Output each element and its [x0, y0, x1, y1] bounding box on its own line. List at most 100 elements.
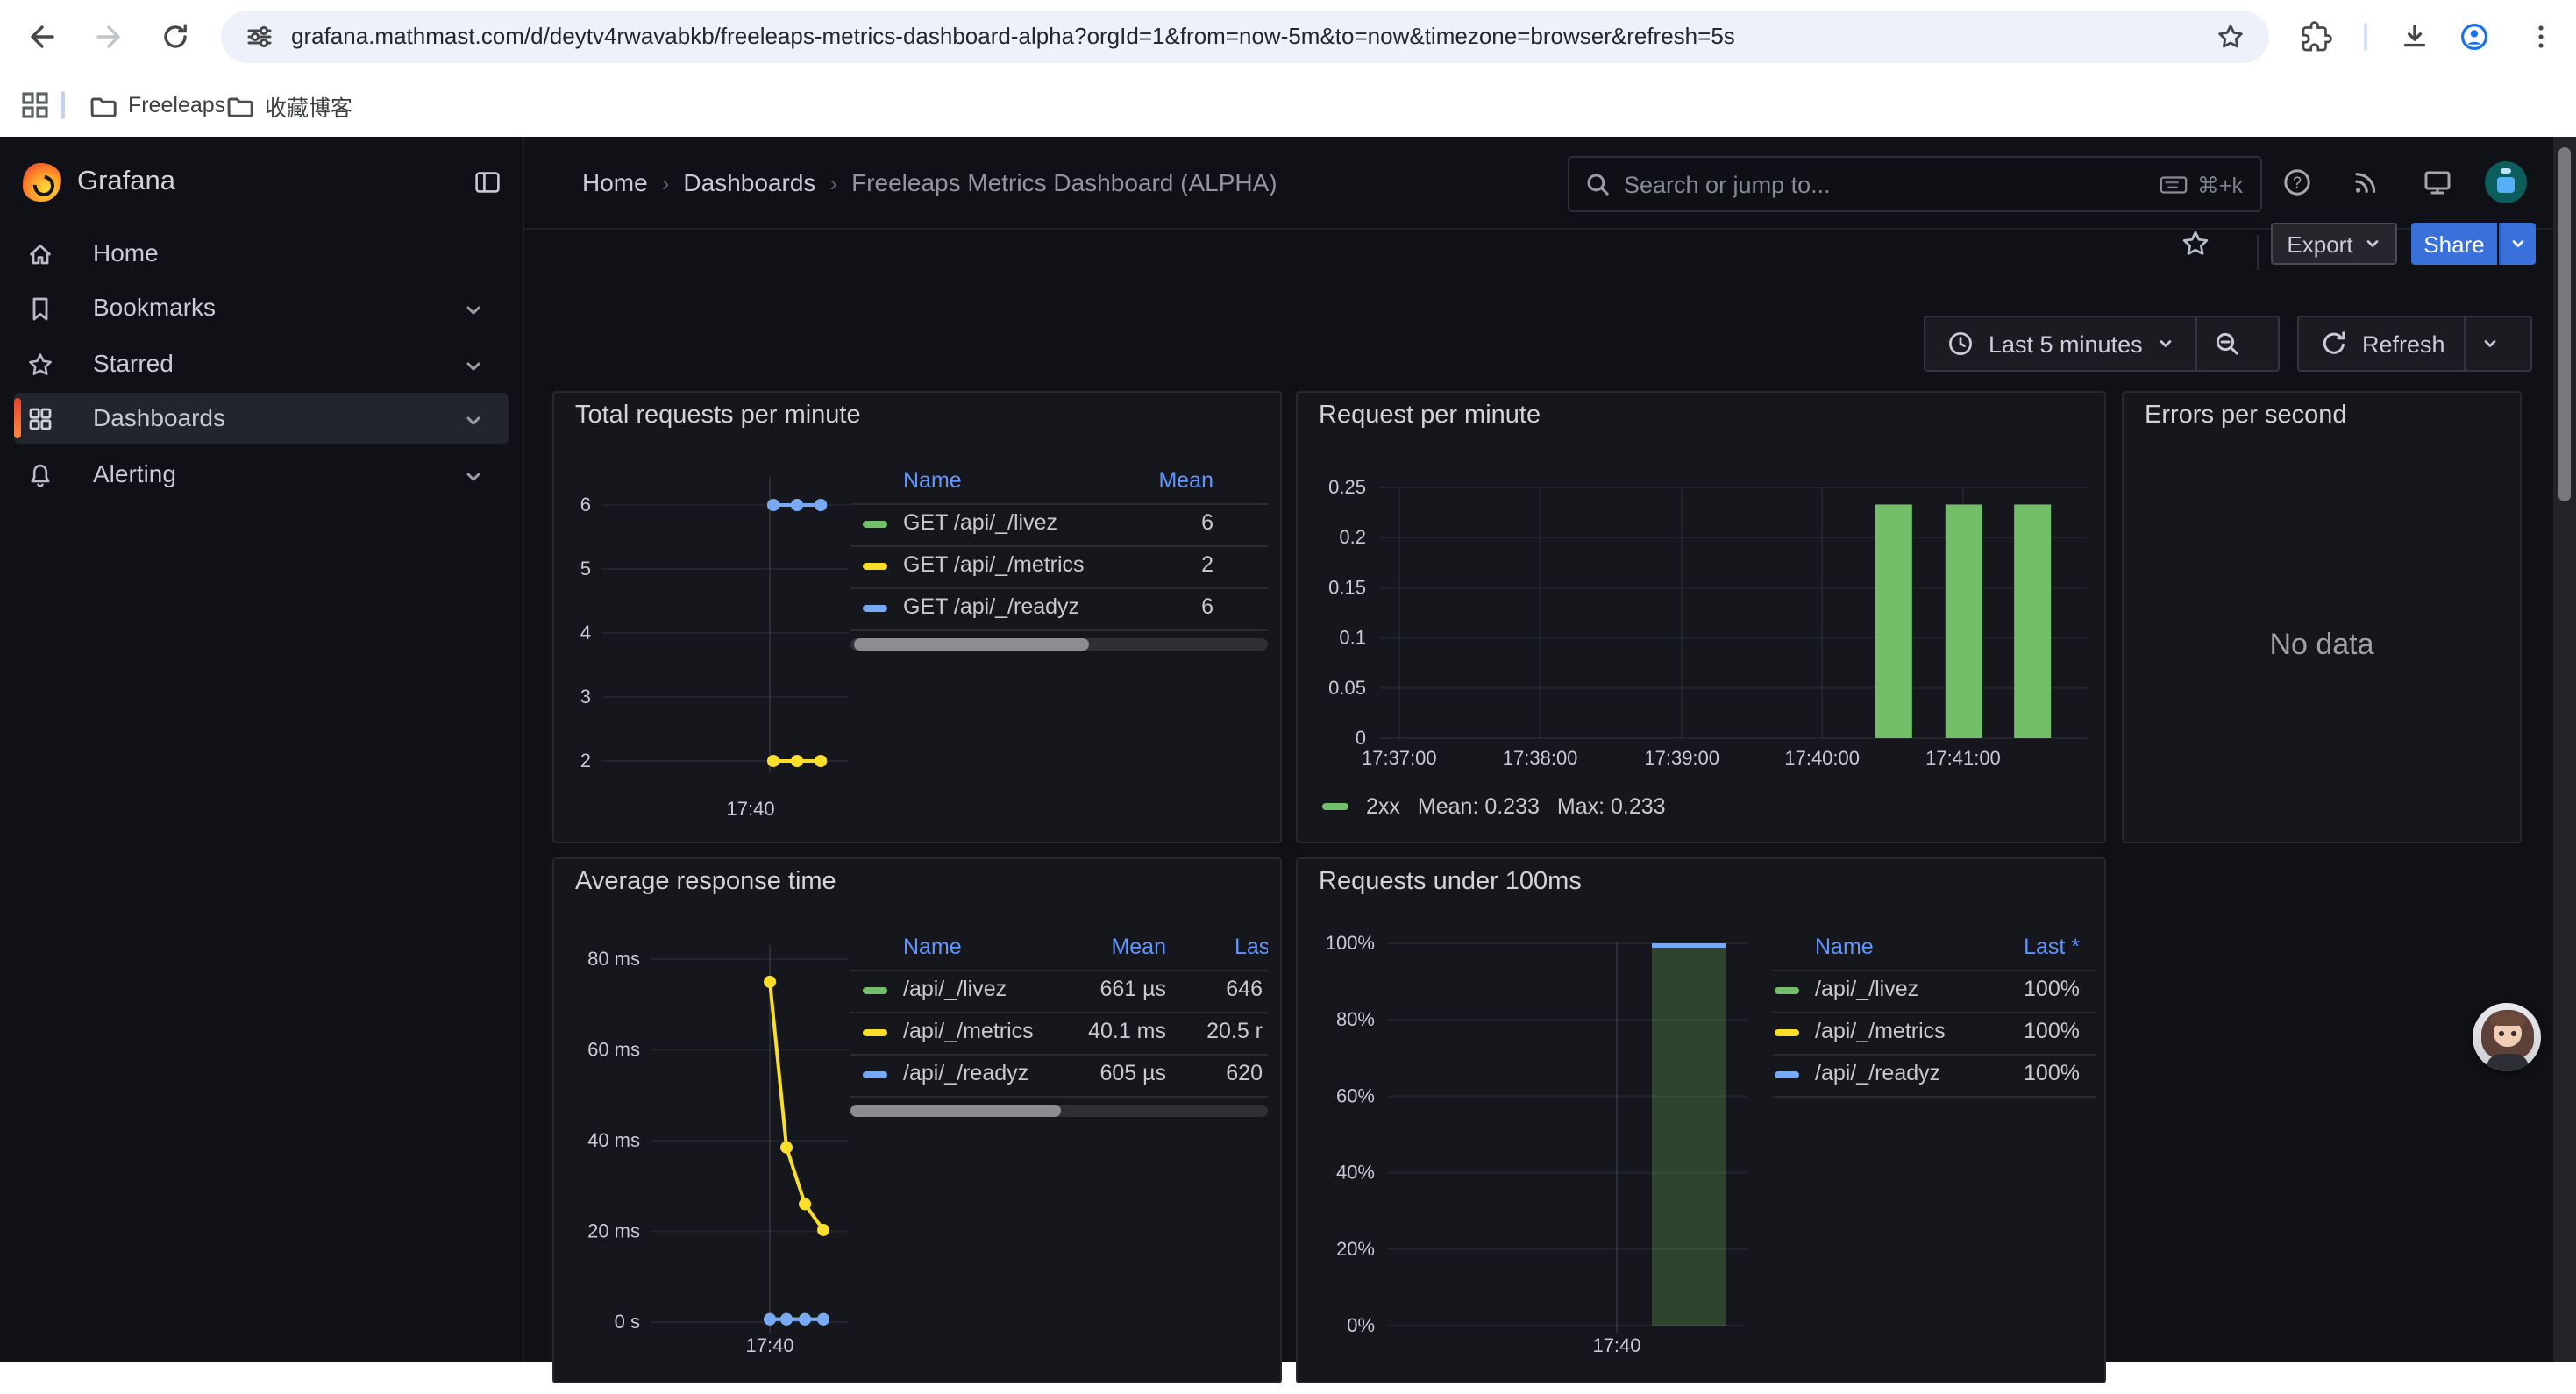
reload-icon[interactable]	[160, 21, 191, 53]
chevron-down-icon[interactable]	[463, 353, 484, 374]
svg-text:0: 0	[1356, 727, 1366, 749]
forward-icon[interactable]	[93, 21, 125, 53]
request-per-minute-legend: 2xxMean: 0.233Max: 0.233	[1322, 793, 1666, 821]
share-button[interactable]: Share	[2411, 223, 2497, 265]
sidebar-item-dashboards[interactable]: Dashboards	[14, 393, 509, 444]
assistant-avatar-overlay[interactable]	[2473, 1003, 2541, 1071]
legend-separator	[1773, 1054, 2096, 1056]
refresh-button[interactable]: Refresh	[2297, 316, 2532, 372]
folder-icon	[224, 90, 254, 120]
panel-title[interactable]: Errors per second	[2145, 402, 2347, 430]
svg-text:17:38:00: 17:38:00	[1503, 747, 1578, 769]
site-info-icon[interactable]	[244, 21, 275, 53]
star-icon	[26, 350, 54, 378]
breadcrumb-current: Freeleaps Metrics Dashboard (ALPHA)	[851, 168, 1277, 196]
chevron-down-icon[interactable]	[463, 464, 484, 485]
sidebar-item-home[interactable]: Home	[14, 228, 509, 279]
breadcrumb-dashboards[interactable]: Dashboards	[683, 168, 815, 196]
svg-text:80%: 80%	[1336, 1008, 1375, 1030]
share-dropdown-button[interactable]	[2499, 223, 2536, 265]
grafana-app: Grafana Home Bookmarks Starred Dashboard…	[0, 137, 2576, 1362]
chart-requests-under-100ms: 100%80%60%40%20%0%17:40NameLast */api/_/…	[1298, 859, 2104, 1382]
avatar-body	[2486, 1054, 2528, 1071]
legend-series-name[interactable]: 2xx	[1366, 794, 1400, 819]
chevron-down-icon	[2509, 235, 2527, 252]
sidebar-item-bookmarks[interactable]: Bookmarks	[14, 282, 509, 333]
breadcrumb-separator: ›	[662, 169, 670, 196]
legend-header[interactable]: Last *	[1773, 935, 2080, 959]
clock-icon	[1946, 330, 1975, 358]
legend-value: 620	[850, 1061, 1263, 1085]
average-response-time-legend: NameMeanLas/api/_/livez661 µs646/api/_/m…	[850, 928, 1268, 1124]
chevron-down-icon[interactable]	[463, 297, 484, 318]
chart-total-requests: 6543217:40NameMeanGET /api/_/livez6GET /…	[554, 393, 1280, 842]
chart-average-response-time: 80 ms60 ms40 ms20 ms0 s17:40NameMeanLas/…	[554, 859, 1280, 1382]
bookmarks-divider	[61, 91, 65, 119]
downloads-icon[interactable]	[2399, 21, 2430, 53]
legend-header[interactable]: Mean	[850, 935, 1166, 959]
svg-text:17:40: 17:40	[1592, 1334, 1640, 1356]
apps-grid-icon[interactable]	[19, 89, 51, 121]
zoom-out-icon[interactable]	[2213, 329, 2243, 359]
button-divider	[2465, 317, 2466, 370]
svg-text:4: 4	[580, 622, 591, 644]
grafana-logo-icon[interactable]	[23, 163, 61, 202]
chevron-down-icon	[2364, 235, 2381, 252]
browser-profile-icon[interactable]	[2459, 21, 2490, 53]
bookmark-folder-freeleaps[interactable]: Freeleaps	[88, 86, 225, 124]
toolbar-divider	[2257, 235, 2259, 270]
browser-menu-icon[interactable]	[2525, 21, 2557, 53]
page-scrollbar-thumb[interactable]	[2558, 147, 2571, 501]
breadcrumb: Home › Dashboards › Freeleaps Metrics Da…	[582, 137, 1277, 228]
svg-text:6: 6	[580, 494, 591, 516]
refresh-icon	[2320, 330, 2348, 358]
legend-separator	[850, 1096, 1268, 1098]
refresh-label: Refresh	[2362, 331, 2445, 357]
search-input[interactable]: Search or jump to... ⌘+k	[1568, 156, 2262, 212]
folder-icon	[88, 90, 117, 120]
legend-scrollbar-thumb[interactable]	[854, 638, 1089, 651]
legend-separator	[1773, 1012, 2096, 1013]
export-button[interactable]: Export	[2271, 223, 2397, 265]
bookmark-folder-blogs[interactable]: 收藏博客	[224, 86, 352, 124]
svg-text:2: 2	[580, 750, 591, 772]
panel-total-requests-per-minute: Total requests per minute 6543217:40Name…	[552, 391, 1282, 843]
news-rss-icon[interactable]	[2350, 167, 2381, 198]
sidebar-toggle-icon[interactable]	[473, 168, 502, 196]
legend-scrollbar-thumb[interactable]	[850, 1105, 1061, 1117]
bookmark-page-star-icon[interactable]	[2215, 21, 2246, 53]
favorite-star-icon[interactable]	[2180, 228, 2211, 260]
svg-text:60 ms: 60 ms	[587, 1039, 640, 1061]
svg-text:0.1: 0.1	[1339, 627, 1366, 649]
svg-text:20 ms: 20 ms	[587, 1220, 640, 1242]
monitor-icon[interactable]	[2422, 167, 2453, 198]
bookmarks-bar: Freeleaps 收藏博客	[0, 74, 2576, 137]
svg-text:17:40:00: 17:40:00	[1784, 747, 1860, 769]
refresh-interval-chevron-icon[interactable]	[2482, 335, 2500, 352]
breadcrumb-home[interactable]: Home	[582, 168, 648, 196]
extensions-icon[interactable]	[2301, 21, 2332, 53]
legend-header[interactable]: Las	[1235, 935, 1268, 959]
svg-text:20%: 20%	[1336, 1238, 1375, 1260]
legend-value: 2	[850, 552, 1213, 577]
browser-toolbar: grafana.mathmast.com/d/deytv4rwavabkb/fr…	[0, 0, 2576, 74]
url-bar[interactable]: grafana.mathmast.com/d/deytv4rwavabkb/fr…	[221, 11, 2269, 63]
chevron-down-icon[interactable]	[463, 408, 484, 429]
sidebar-item-starred[interactable]: Starred	[14, 338, 509, 389]
legend-separator	[850, 545, 1268, 547]
user-menu-avatar[interactable]	[2485, 161, 2527, 203]
sidebar-item-alerting[interactable]: Alerting	[14, 449, 509, 500]
requests-under-100ms-legend: NameLast */api/_/livez100%/api/_/metrics…	[1773, 928, 2096, 1124]
help-icon[interactable]: ?	[2281, 167, 2313, 198]
svg-text:17:37:00: 17:37:00	[1362, 747, 1437, 769]
time-range-picker[interactable]: Last 5 minutes	[1924, 316, 2280, 372]
legend-header[interactable]: Mean	[850, 468, 1213, 493]
legend-value: 6	[850, 594, 1213, 619]
chevron-down-icon	[2157, 335, 2174, 352]
apps-grid-icon	[26, 404, 54, 432]
svg-text:100%: 100%	[1326, 932, 1375, 954]
svg-text:0%: 0%	[1347, 1314, 1375, 1336]
back-icon[interactable]	[26, 21, 58, 53]
sidebar-divider	[523, 137, 524, 1362]
no-data-message: No data	[2124, 628, 2520, 663]
